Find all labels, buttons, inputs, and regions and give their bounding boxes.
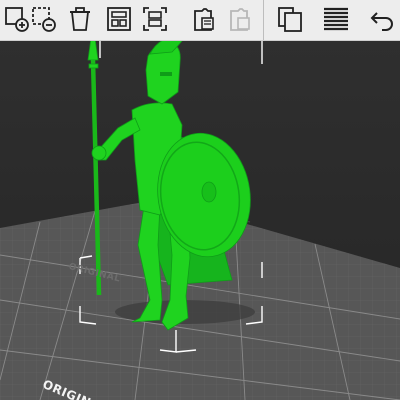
arrange-button[interactable] (101, 0, 137, 38)
toolbar (0, 0, 400, 41)
paste-button[interactable] (222, 0, 258, 38)
spear-collar (88, 63, 99, 69)
3d-viewport[interactable]: ORIGINAL (0, 40, 400, 400)
delete-button[interactable] (25, 0, 61, 38)
variable-layer-height-button[interactable] (318, 0, 354, 38)
scene-canvas[interactable] (0, 40, 400, 400)
app-window: ORIGINAL ORIGINAL (0, 0, 400, 400)
paste-icon (230, 8, 250, 31)
helmet-visor (160, 72, 172, 76)
shield-boss (201, 181, 217, 203)
delete-all-icon (70, 7, 90, 31)
undo-button[interactable] (364, 0, 400, 38)
delete-icon (32, 7, 56, 32)
split-icon (143, 7, 167, 31)
arrange-icon (107, 7, 131, 31)
copy-icon (194, 8, 214, 31)
layers-button[interactable] (272, 0, 308, 38)
undo-icon (370, 12, 393, 31)
delete-all-button[interactable] (62, 0, 98, 38)
split-button[interactable] (137, 0, 173, 38)
layers-icon (278, 7, 302, 32)
hand (91, 145, 107, 161)
variable-layer-height-icon (324, 7, 348, 31)
copy-button[interactable] (186, 0, 222, 38)
toolbar-separator (263, 0, 264, 40)
